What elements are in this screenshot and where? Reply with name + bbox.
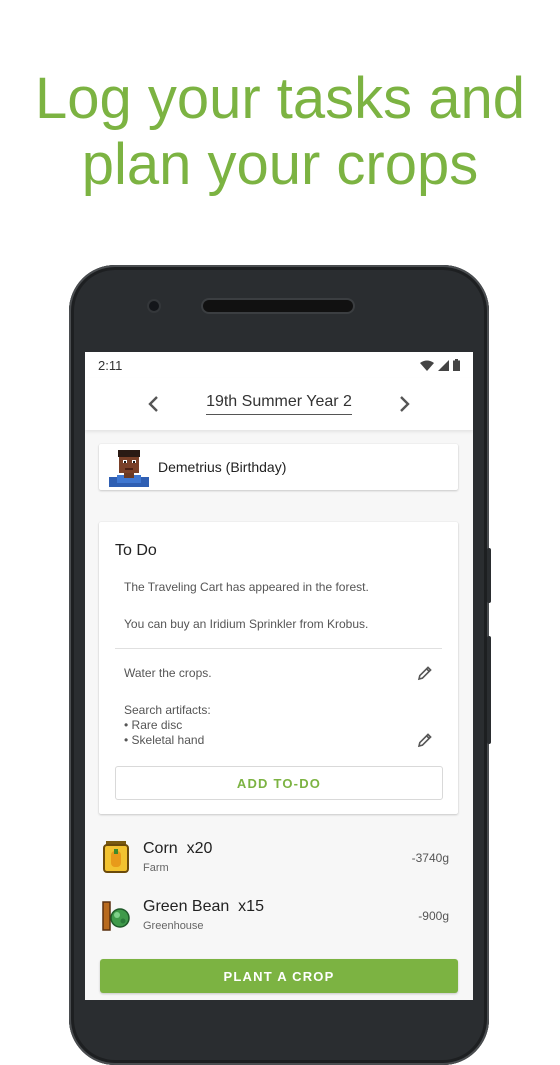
app-screen: 2:11 19th Summer Year 2 Demetrius (Birth… bbox=[85, 352, 473, 1000]
birthday-card[interactable]: Demetrius (Birthday) bbox=[99, 444, 458, 490]
earpiece-speaker bbox=[203, 300, 353, 312]
crop-location: Greenhouse bbox=[143, 920, 204, 932]
chevron-left-icon bbox=[148, 396, 158, 412]
crop-row[interactable]: Green Bean x15 Greenhouse -900g bbox=[99, 892, 454, 936]
add-todo-button[interactable]: ADD TO-DO bbox=[115, 766, 443, 800]
bean-starter-icon bbox=[102, 901, 130, 931]
todo-item-bullet: • Rare disc bbox=[124, 718, 183, 732]
pencil-icon[interactable] bbox=[416, 664, 434, 682]
crop-name: Green Bean x15 bbox=[143, 898, 264, 915]
todo-item-bullet: • Skeletal hand bbox=[124, 733, 205, 747]
notice-item: You can buy an Iridium Sprinkler from Kr… bbox=[124, 617, 369, 631]
todo-item-text[interactable]: Search artifacts: bbox=[124, 703, 211, 718]
crop-cost: -3740g bbox=[411, 851, 449, 865]
promo-headline: Log your tasks and plan your crops bbox=[0, 66, 560, 198]
birthday-label: Demetrius (Birthday) bbox=[158, 459, 287, 475]
status-bar: 2:11 bbox=[85, 352, 473, 378]
plant-crop-button[interactable]: PLANT A CROP bbox=[100, 959, 458, 993]
todo-title: To Do bbox=[115, 542, 157, 559]
todo-card: To Do The Traveling Cart has appeared in… bbox=[99, 522, 458, 814]
crop-name: Corn x20 bbox=[143, 840, 213, 857]
villager-portrait-icon bbox=[109, 450, 149, 487]
signal-icon bbox=[438, 359, 449, 371]
battery-icon bbox=[453, 359, 460, 371]
corn-seeds-icon bbox=[103, 841, 129, 873]
current-date-title[interactable]: 19th Summer Year 2 bbox=[206, 393, 352, 415]
crop-row[interactable]: Corn x20 Farm -3740g bbox=[99, 834, 454, 878]
date-app-bar: 19th Summer Year 2 bbox=[85, 378, 473, 430]
crop-cost: -900g bbox=[418, 909, 449, 923]
front-camera bbox=[149, 301, 159, 311]
volume-button bbox=[487, 548, 491, 603]
crop-location: Farm bbox=[143, 862, 169, 874]
wifi-icon bbox=[420, 360, 434, 371]
promo-headline-line1: Log your tasks and bbox=[34, 66, 526, 131]
todo-divider bbox=[115, 648, 442, 649]
todo-item-text[interactable]: Water the crops. bbox=[124, 666, 212, 681]
power-button bbox=[487, 636, 491, 744]
previous-day-button[interactable] bbox=[139, 390, 167, 418]
status-time: 2:11 bbox=[98, 357, 123, 373]
pencil-icon[interactable] bbox=[416, 731, 434, 749]
notice-item: The Traveling Cart has appeared in the f… bbox=[124, 580, 369, 594]
promo-headline-line2: plan your crops bbox=[81, 132, 479, 197]
chevron-right-icon bbox=[400, 396, 410, 412]
next-day-button[interactable] bbox=[391, 390, 419, 418]
status-icons bbox=[420, 359, 460, 371]
